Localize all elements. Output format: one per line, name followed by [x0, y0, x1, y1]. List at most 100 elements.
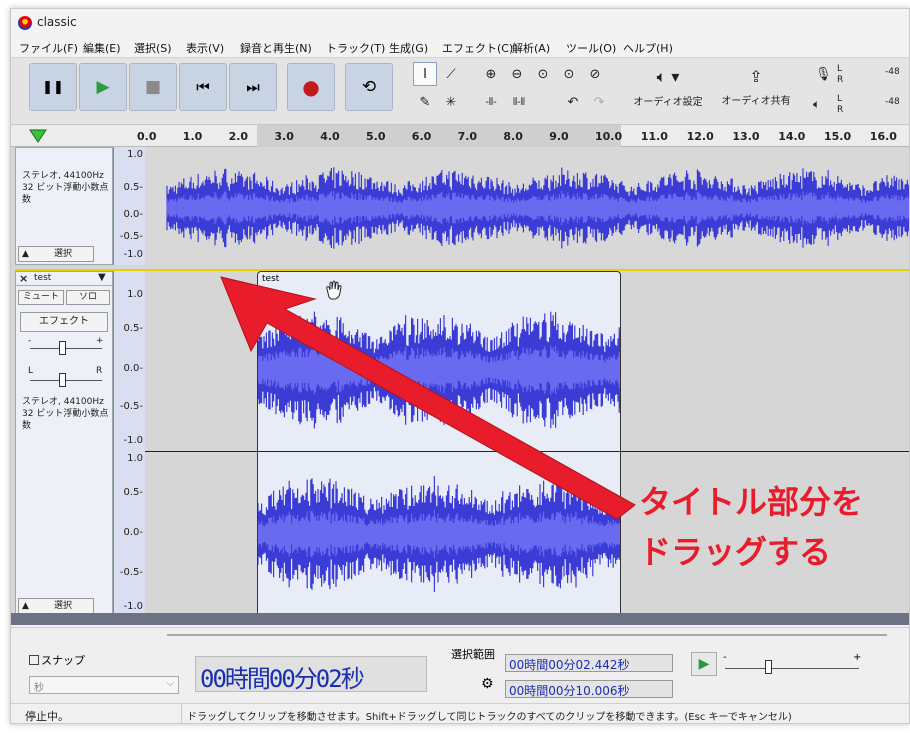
zoom-in-icon: ⊕ [485, 66, 497, 82]
annotation-line-2: ドラッグする [639, 533, 832, 571]
silence-icon: ⫴-⫴ [512, 96, 525, 108]
window-title: classic [37, 15, 77, 29]
skip-start-icon: ⏮ [196, 78, 210, 96]
loop-icon: ⟲ [361, 77, 377, 97]
speaker-meter-icon: 🔈︎ [813, 97, 821, 111]
ruler-tick: 4.0 [320, 130, 340, 143]
playback-speed-slider[interactable] [725, 668, 859, 669]
envelope-icon: ⟋ [446, 66, 456, 82]
envelope-tool[interactable]: ⟋ [439, 62, 463, 86]
selection-start-field[interactable]: 00時間00分02.442秒 [505, 654, 673, 672]
snap-unit-select[interactable]: 秒 ⌵ [29, 676, 179, 694]
playback-speed-thumb[interactable] [765, 660, 772, 674]
ruler-tick: 16.0 [869, 130, 897, 143]
redo-button[interactable]: ↷ [587, 90, 611, 114]
undo-button[interactable]: ↶ [561, 90, 585, 114]
share-icon: ⇪ [749, 67, 763, 86]
menu-file[interactable]: ファイル(F) [19, 40, 78, 56]
playback-meter[interactable]: 🔈︎ L R -48 [811, 94, 909, 118]
play-icon: ▶ [96, 77, 110, 97]
meter-r-label: R [837, 75, 844, 85]
ruler-tick: 12.0 [686, 130, 714, 143]
meter-l-label: L [837, 64, 843, 74]
silence-audio-button[interactable]: ⫴-⫴ [507, 90, 531, 114]
redo-icon: ↷ [593, 94, 605, 110]
time-display-value: 00時間00分02秒 [200, 665, 365, 693]
ruler-tick: 6.0 [411, 130, 432, 143]
ruler-tick: 1.0 [182, 130, 203, 143]
zoom-fit-icon: ⊙ [563, 66, 575, 82]
zoom-in-button[interactable]: ⊕ [479, 62, 503, 86]
pencil-icon: ✎ [419, 94, 431, 110]
ruler-tick: 7.0 [457, 130, 478, 143]
trim-icon: -⫴- [485, 96, 497, 108]
menu-select[interactable]: 選択(S) [134, 40, 172, 56]
selection-settings-gear-icon[interactable]: ⚙ [481, 676, 494, 692]
meter-value: -48 [885, 67, 900, 77]
undo-icon: ↶ [567, 94, 579, 110]
horizontal-scrollbar[interactable] [167, 634, 887, 636]
loop-button[interactable]: ⟲ [345, 63, 393, 111]
status-bar: 停止中。 ドラッグしてクリップを移動させます。Shift+ドラッグして同じトラッ… [11, 703, 909, 723]
menu-analyze[interactable]: 解析(A) [512, 40, 550, 56]
fit-project-button[interactable]: ⊙ [557, 62, 581, 86]
ruler-tick: 13.0 [732, 130, 760, 143]
track-bottom-strip [11, 613, 909, 625]
meter-r-label-2: R [837, 105, 844, 115]
stop-button[interactable]: ■ [129, 63, 177, 111]
multi-tool[interactable]: ✳ [439, 90, 463, 114]
ruler-tick: 10.0 [595, 130, 623, 143]
skip-to-end-button[interactable]: ⏭ [229, 63, 277, 111]
ruler-tick: 14.0 [778, 130, 806, 143]
speed-minus-label: - [723, 652, 727, 663]
trim-audio-button[interactable]: -⫴- [479, 90, 503, 114]
timeline-ruler[interactable]: 0.0 1.0 2.0 3.0 4.0 5.0 6.0 7.0 8.0 9.0 10.0 11.0 12… [11, 125, 909, 147]
meter-l-label-2: L [837, 94, 843, 104]
pause-icon: ❚❚ [42, 79, 64, 95]
status-left: 停止中。 [25, 710, 69, 723]
audio-setup-button[interactable]: 🔈︎ ▾ オーディオ設定 [629, 64, 707, 116]
menu-view[interactable]: 表示(V) [186, 40, 224, 56]
record-meter[interactable]: 🎙︎ L R -48 [811, 64, 909, 88]
play-button[interactable]: ▶ [79, 63, 127, 111]
menu-generate[interactable]: 生成(G) [389, 40, 428, 56]
asterisk-icon: ✳ [445, 94, 457, 110]
timeline-options-icon[interactable] [29, 128, 47, 144]
audacity-logo-icon [18, 16, 32, 30]
record-button[interactable]: ● [287, 63, 335, 111]
snap-checkbox[interactable]: スナップ [29, 652, 85, 668]
share-audio-button[interactable]: ⇪ オーディオ共有 [717, 64, 795, 116]
fit-selection-button[interactable]: ⊙ [531, 62, 555, 86]
record-icon: ● [302, 75, 320, 99]
selection-label: 選択範囲 [451, 648, 495, 661]
checkbox-icon [29, 655, 39, 665]
menu-tracks[interactable]: トラック(T) [326, 40, 385, 56]
menu-effect[interactable]: エフェクト(C) [442, 40, 513, 56]
i-beam-icon: I [423, 66, 427, 82]
play-at-speed-icon: ▶ [698, 656, 710, 672]
stop-icon: ■ [144, 77, 162, 97]
zoom-sel-icon: ⊙ [537, 66, 549, 82]
pause-button[interactable]: ❚❚ [29, 63, 77, 111]
skip-to-start-button[interactable]: ⏮ [179, 63, 227, 111]
chevron-down-icon: ⌵ [166, 678, 174, 689]
audio-setup-label: オーディオ設定 [633, 97, 703, 108]
menu-transport[interactable]: 録音と再生(N) [240, 40, 312, 56]
ruler-tick: 15.0 [824, 130, 852, 143]
ruler-tick: 8.0 [503, 130, 523, 143]
menu-edit[interactable]: 編集(E) [83, 40, 121, 56]
selection-end-field[interactable]: 00時間00分10.006秒 [505, 680, 673, 698]
toolbar: ❚❚ ▶ ■ ⏮ ⏭ ● ⟲ I ⟋ ✎ ✳ ⊕ ⊖ ⊙ ⊙ ⊘ -⫴- ⫴-⫴… [11, 57, 909, 125]
selection-toolbar: スナップ 秒 ⌵ 00時間00分02秒 選択範囲 ⚙ 00時間00分02.442… [11, 627, 909, 705]
tracks-area: ステレオ, 44100Hz 32 ビット浮動小数点数 ▲ 選択 1.0 0.5-… [11, 147, 909, 625]
app-window: classic ファイル(F) 編集(E) 選択(S) 表示(V) 録音と再生(… [10, 8, 910, 724]
play-at-speed-button[interactable]: ▶ [691, 652, 717, 676]
ruler-tick: 9.0 [549, 130, 569, 143]
menu-help[interactable]: ヘルプ(H) [623, 40, 673, 56]
zoom-toggle-button[interactable]: ⊘ [583, 62, 607, 86]
zoom-out-button[interactable]: ⊖ [505, 62, 529, 86]
time-display[interactable]: 00時間00分02秒 [195, 656, 427, 693]
selection-tool[interactable]: I [413, 62, 437, 86]
draw-tool[interactable]: ✎ [413, 90, 437, 114]
menu-tools[interactable]: ツール(O) [566, 40, 616, 56]
